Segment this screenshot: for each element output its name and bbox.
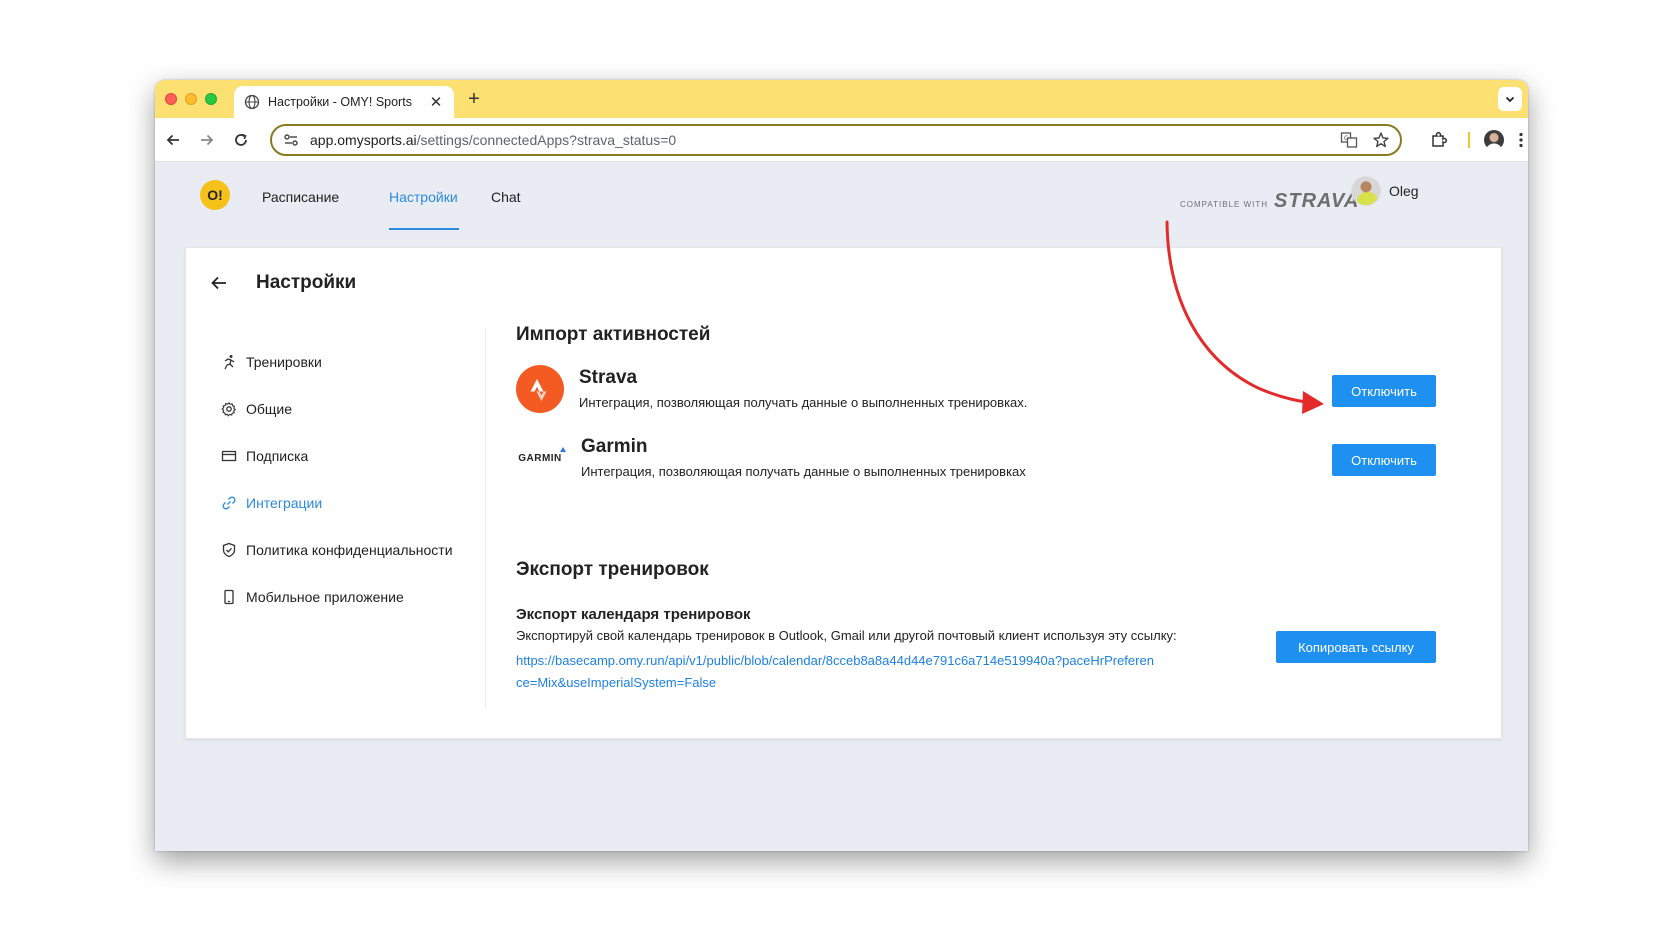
profile-avatar-icon[interactable] xyxy=(1484,130,1504,150)
toolbar-divider xyxy=(1468,132,1470,148)
avatar xyxy=(1351,176,1381,206)
browser-window: Настройки - OMY! Sports ✕ + app.omysport… xyxy=(155,80,1528,851)
integration-name: Garmin xyxy=(581,436,648,457)
phone-icon xyxy=(224,589,234,604)
arrow-left-icon xyxy=(166,134,179,146)
integration-name: Strava xyxy=(579,367,638,388)
site-settings-icon[interactable] xyxy=(282,131,300,149)
sidebar-item-label: Интеграции xyxy=(246,494,323,511)
sidebar-item-label: Тренировки xyxy=(246,353,322,370)
compatible-with-strava-badge: COMPATIBLE WITH STRAVA xyxy=(1180,190,1359,213)
minimize-window-button[interactable] xyxy=(185,93,197,105)
sidebar-divider xyxy=(485,328,486,708)
credit-card-icon xyxy=(221,450,237,461)
tab-search-button[interactable] xyxy=(1498,87,1522,111)
compatible-with-label: COMPATIBLE WITH xyxy=(1180,200,1269,209)
tab-bar: Настройки - OMY! Sports ✕ + xyxy=(155,80,1528,118)
import-section-title: Импорт активностей xyxy=(516,324,711,345)
garmin-wordmark: GARMIN xyxy=(518,452,562,464)
settings-sidebar: Тренировки Общие Подписка Интеграции Пол… xyxy=(221,338,466,620)
bookmark-star-icon[interactable] xyxy=(1372,131,1390,149)
sidebar-item-workouts[interactable]: Тренировки xyxy=(221,338,466,385)
translate-icon[interactable]: G xyxy=(1340,131,1358,149)
close-tab-icon[interactable]: ✕ xyxy=(428,93,444,111)
runner-icon xyxy=(224,354,235,369)
arrow-right-icon xyxy=(201,134,214,146)
export-calendar-link[interactable]: https://basecamp.omy.run/api/v1/public/b… xyxy=(516,650,1156,694)
browser-menu-button[interactable] xyxy=(1510,129,1528,151)
puzzle-icon xyxy=(1432,131,1448,147)
integration-description: Интеграция, позволяющая получать данные … xyxy=(581,464,1026,479)
reload-icon xyxy=(235,133,247,146)
forward-button[interactable] xyxy=(196,129,218,151)
page-title: Настройки xyxy=(256,272,357,293)
sidebar-item-integrations[interactable]: Интеграции xyxy=(221,479,466,526)
close-window-button[interactable] xyxy=(165,93,177,105)
nav-settings[interactable]: Настройки xyxy=(389,189,458,205)
app-header: O! Расписание Настройки Chat COMPATIBLE … xyxy=(155,163,1528,233)
extensions-button[interactable] xyxy=(1428,129,1450,151)
nav-chat[interactable]: Chat xyxy=(491,189,521,205)
strava-icon xyxy=(530,379,547,401)
back-arrow-icon[interactable] xyxy=(208,272,230,294)
sidebar-item-general[interactable]: Общие xyxy=(221,385,466,432)
strava-wordmark: STRAVA xyxy=(1274,190,1360,212)
user-menu[interactable]: Oleg xyxy=(1351,176,1419,206)
strava-disconnect-button[interactable]: Отключить xyxy=(1332,375,1436,407)
integration-strava: Strava Интеграция, позволяющая получать … xyxy=(516,365,1446,415)
strava-logo xyxy=(516,365,564,413)
browser-toolbar: app.omysports.ai/settings/connectedApps?… xyxy=(155,118,1528,162)
url-path: /settings/connectedApps?strava_status=0 xyxy=(416,132,677,148)
browser-tab[interactable]: Настройки - OMY! Sports ✕ xyxy=(234,86,454,118)
sidebar-item-label: Политика конфиденциальности xyxy=(246,541,453,558)
shield-icon xyxy=(222,542,236,557)
sidebar-item-label: Общие xyxy=(246,400,293,417)
export-calendar-subtitle: Экспорт календаря тренировок xyxy=(516,606,751,623)
app-logo[interactable]: O! xyxy=(200,180,230,210)
export-section-title: Экспорт тренировок xyxy=(516,559,709,580)
chevron-down-icon xyxy=(1505,96,1515,103)
svg-text:G: G xyxy=(1344,135,1349,142)
maximize-window-button[interactable] xyxy=(205,93,217,105)
new-tab-button[interactable]: + xyxy=(461,86,487,112)
garmin-logo: GARMIN xyxy=(516,434,567,482)
link-icon xyxy=(222,496,236,509)
globe-icon xyxy=(244,94,260,110)
integration-description: Интеграция, позволяющая получать данные … xyxy=(579,395,1028,410)
user-name: Oleg xyxy=(1389,183,1419,199)
garmin-triangle-icon xyxy=(560,446,567,452)
sidebar-item-subscription[interactable]: Подписка xyxy=(221,432,466,479)
back-button[interactable] xyxy=(162,129,184,151)
settings-content: Импорт активностей Strava Интеграция, по… xyxy=(516,248,1476,738)
garmin-disconnect-button[interactable]: Отключить xyxy=(1332,444,1436,476)
integration-garmin: GARMIN Garmin Интеграция, позволяющая по… xyxy=(516,434,1446,484)
nav-active-indicator xyxy=(389,228,459,230)
sidebar-item-mobile-app[interactable]: Мобильное приложение xyxy=(221,573,466,620)
settings-card: Настройки Тренировки Общие Подписка Инте… xyxy=(185,247,1502,739)
export-calendar-description: Экспортируй свой календарь тренировок в … xyxy=(516,628,1177,643)
tab-title: Настройки - OMY! Sports xyxy=(268,95,412,109)
more-vertical-icon xyxy=(1519,132,1523,148)
sidebar-item-label: Подписка xyxy=(246,447,309,464)
copy-link-button[interactable]: Копировать ссылку xyxy=(1276,631,1436,663)
url-host: app.omysports.ai xyxy=(310,132,417,148)
sidebar-item-label: Мобильное приложение xyxy=(246,588,404,605)
gear-icon xyxy=(221,401,237,417)
address-bar[interactable]: app.omysports.ai/settings/connectedApps?… xyxy=(270,124,1402,156)
reload-button[interactable] xyxy=(230,129,252,151)
nav-schedule[interactable]: Расписание xyxy=(262,189,339,205)
sidebar-item-privacy[interactable]: Политика конфиденциальности xyxy=(221,526,466,573)
